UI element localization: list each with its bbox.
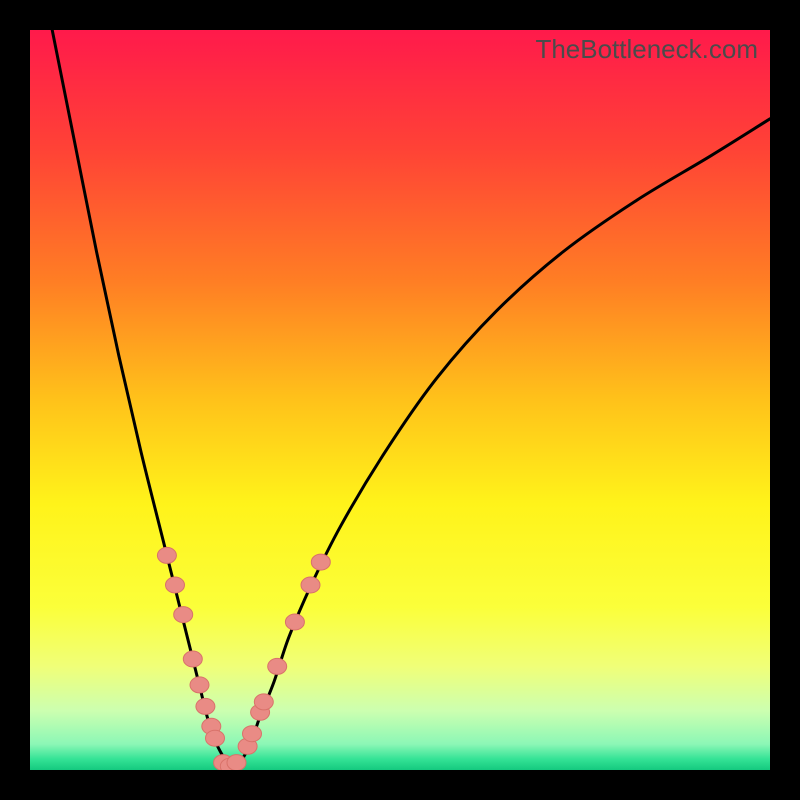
data-marker	[311, 554, 330, 570]
marker-group	[157, 547, 330, 770]
data-marker	[301, 577, 320, 593]
data-marker	[268, 658, 287, 674]
data-marker	[285, 614, 304, 630]
data-marker	[243, 726, 262, 742]
data-marker	[183, 651, 202, 667]
data-marker	[157, 547, 176, 563]
data-marker	[174, 607, 193, 623]
bottleneck-curve	[52, 30, 770, 768]
data-marker	[227, 755, 246, 770]
data-marker	[190, 677, 209, 693]
data-marker	[166, 577, 185, 593]
chart-frame: TheBottleneck.com	[0, 0, 800, 800]
curve-layer	[30, 30, 770, 770]
data-marker	[254, 694, 273, 710]
data-marker	[206, 730, 225, 746]
plot-area: TheBottleneck.com	[30, 30, 770, 770]
data-marker	[196, 698, 215, 714]
